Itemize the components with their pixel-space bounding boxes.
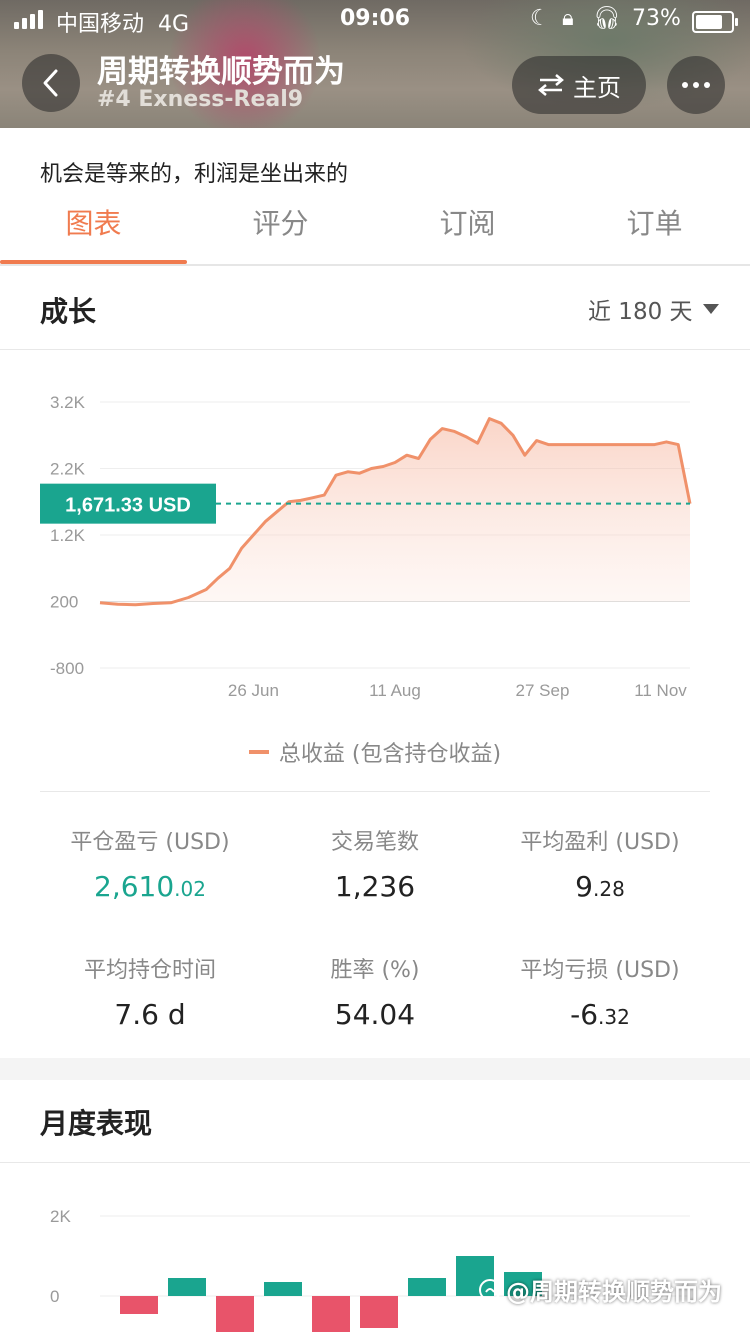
more-dot [693,82,699,88]
chart-legend: 总收益 (包含持仓收益) [0,736,750,768]
stat-label: 平均持仓时间 [83,958,216,983]
more-dot [682,82,688,88]
legend-swatch [248,750,269,754]
growth-chart: 3.2K 2.2K 1.2K 200 -800 26 Jun 11 Aug 27 Sep 11 … [40,393,692,700]
weibo-icon [479,1278,501,1301]
stat-value-int: 54.04 [334,998,416,1031]
y-tick-label: 1.2K [50,526,86,545]
monthly-chart: 2K 0 [50,1207,690,1332]
swap-arrows-icon [538,74,564,96]
monthly-bar [168,1278,206,1296]
range-label: 近 180 天 [588,299,693,325]
y-tick-label: 200 [50,593,78,612]
battery-icon [692,11,738,33]
monthly-bar [408,1278,446,1296]
more-dot [704,82,710,88]
stat-item: 交易笔数 1,236 [260,824,490,903]
stat-value-int: 7.6 d [114,998,186,1031]
stat-value-int: 1,236 [334,870,416,903]
stat-value-dec: .28 [593,877,625,901]
header-banner: 中国移动 4G 09:06 ☾ 🔒︎ 🎧︎ 73% 周期转换顺势而为 #4 Ex… [0,0,750,128]
caret-down-icon [702,304,719,314]
monthly-bar [360,1296,398,1328]
stat-label: 平仓盈亏 (USD) [70,830,230,855]
home-button-label: 主页 [573,73,621,102]
tab-subscribe[interactable]: 订阅 [374,202,561,242]
x-tick-label: 27 Sep [516,681,570,700]
stat-value: -6.32 [485,998,715,1031]
moon-icon: ☾ [530,6,550,31]
page-title: 周期转换顺势而为 [97,54,345,90]
section-gap [0,1058,750,1080]
y-tick-label: 2K [50,1207,71,1226]
x-tick-label: 26 Jun [228,681,279,700]
motto-text: 机会是等来的，利润是坐出来的 [40,162,349,187]
stat-value-int: 9 [575,870,593,903]
active-tab-indicator [0,260,187,264]
tab-chart[interactable]: 图表 [0,202,187,242]
monthly-bar [216,1296,254,1332]
y-tick-label: -800 [50,659,84,678]
tab-orders[interactable]: 订单 [561,202,748,242]
section-divider [0,1162,750,1163]
x-tick-label: 11 Aug [369,681,421,700]
stat-value-int: 2,610 [94,870,175,903]
range-selector[interactable]: 近 180 天 [588,292,719,326]
stats-divider [40,791,710,792]
more-button[interactable] [667,56,725,114]
stat-value: 9.28 [485,870,715,903]
home-button[interactable]: 主页 [512,56,646,114]
stat-item: 平均亏损 (USD) -6.32 [485,952,715,1031]
monthly-bar [312,1296,350,1332]
monthly-title: 月度表现 [40,1107,153,1140]
stat-label: 平均盈利 (USD) [520,830,680,855]
headphone-icon: 🎧︎ [593,6,621,31]
monthly-bar [264,1282,302,1296]
stat-value: 54.04 [260,998,490,1031]
section-divider [0,349,750,350]
stat-label: 胜率 (%) [330,958,420,983]
legend-label: 总收益 (包含持仓收益) [278,742,502,767]
stat-value-dec: .32 [598,1005,630,1029]
account-subtitle: #4 Exness-Real9 [97,87,304,112]
stat-label: 交易笔数 [330,830,419,855]
growth-title: 成长 [40,295,97,328]
x-tick-label: 11 Nov [634,681,687,700]
status-bar: 中国移动 4G 09:06 ☾ 🔒︎ 🎧︎ 73% [0,0,750,40]
stat-value: 2,610.02 [35,870,265,903]
back-button[interactable] [22,54,80,112]
stat-item: 平均持仓时间 7.6 d [35,952,265,1031]
y-tick-label: 2.2K [50,460,86,479]
stat-value-dec: .02 [174,877,206,901]
tab-bar: 图表 评分 订阅 订单 [0,190,750,266]
watermark-text: @周期转换顺势而为 [506,1278,722,1306]
stat-value: 1,236 [260,870,490,903]
battery-percent: 73% [632,6,681,31]
tab-rating[interactable]: 评分 [187,202,374,242]
stat-label: 平均亏损 (USD) [520,958,680,983]
y-tick-label: 0 [50,1287,59,1306]
stat-item: 平均盈利 (USD) 9.28 [485,824,715,903]
current-value-label: 1,671.33 USD [65,495,191,517]
stat-value: 7.6 d [35,998,265,1031]
stat-value-int: -6 [570,998,599,1031]
y-tick-label: 3.2K [50,393,86,412]
stat-item: 胜率 (%) 54.04 [260,952,490,1031]
chevron-left-icon [43,69,58,97]
monthly-bar [120,1296,158,1314]
watermark: @周期转换顺势而为 [478,1272,722,1307]
stat-item: 平仓盈亏 (USD) 2,610.02 [35,824,265,903]
rotation-lock-icon: 🔒︎ [562,6,574,31]
